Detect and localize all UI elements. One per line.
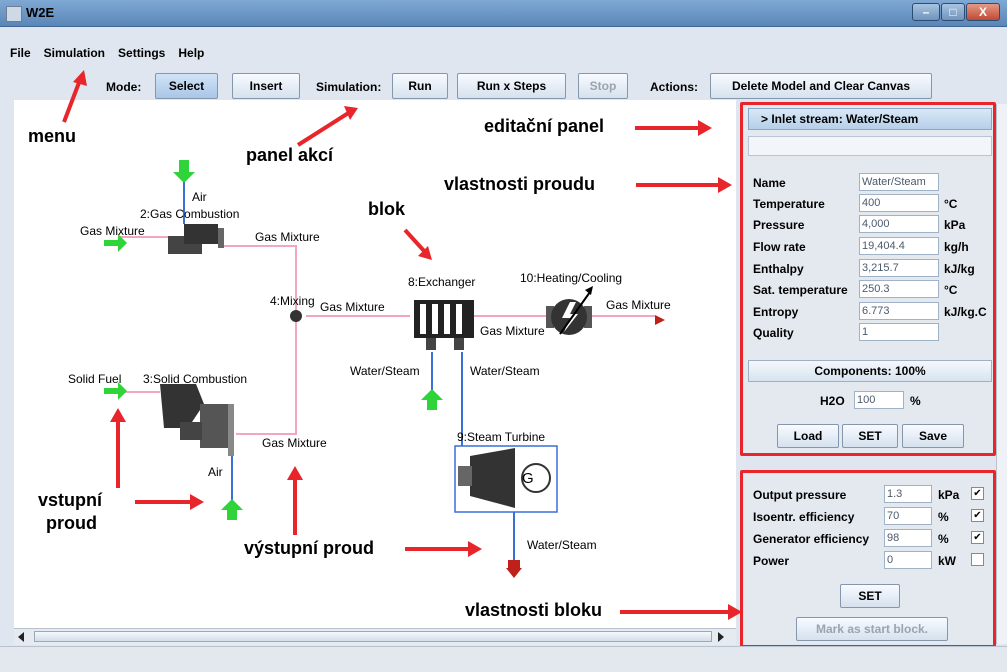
block-panel-highlight [740,470,996,648]
annotation-proud: proud [46,513,97,533]
annotation-vystupni-proud: výstupní proud [244,538,374,558]
stream-panel-highlight [740,102,996,456]
right-scrollbar[interactable] [996,104,1007,644]
annotation-menu: menu [28,126,77,146]
annotation-blok: blok [368,199,406,219]
status-bar [0,646,1007,672]
annotation-vlastnosti-bloku: vlastnosti bloku [465,600,603,620]
annotation-vlastnosti-proudu: vlastnosti proudu [444,174,596,194]
annotation-vstupni: vstupní [38,490,103,510]
annotation-editacni-panel: editační panel [484,116,605,136]
annotation-panel-akci: panel akcí [246,145,334,165]
